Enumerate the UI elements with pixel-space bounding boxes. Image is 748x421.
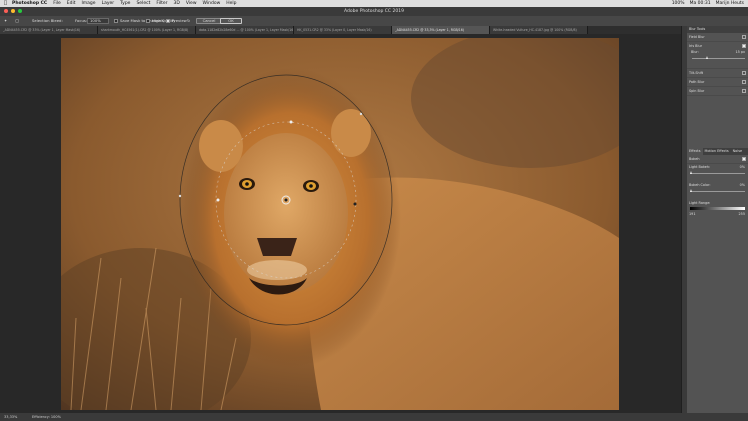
bokeh-row[interactable]: Bokeh [687, 155, 748, 164]
tab-noise[interactable]: Noise [731, 148, 744, 155]
focus-field[interactable]: 100% [87, 18, 109, 24]
spin-blur-checkbox[interactable] [742, 89, 746, 93]
menu-window[interactable]: Window [203, 0, 221, 7]
menu-edit[interactable]: Edit [67, 0, 76, 7]
menu-bar:  Photoshop CC File Edit Image Layer Typ… [0, 0, 748, 7]
light-bokeh-knob[interactable] [690, 171, 692, 174]
blur-tools-title: Blur Tools [687, 26, 748, 33]
bokeh-label: Bokeh [689, 157, 700, 161]
menu-type[interactable]: Type [120, 0, 130, 7]
preview-label: Preview [172, 18, 187, 23]
lion-photo[interactable] [61, 38, 619, 410]
menu-help[interactable]: Help [226, 0, 236, 7]
zoom-window-button[interactable] [18, 9, 22, 13]
panel-spacer [687, 96, 748, 148]
menu-select[interactable]: Select [136, 0, 150, 7]
blur-slider[interactable] [692, 55, 745, 61]
menu-file[interactable]: File [53, 0, 61, 7]
light-range-gradient[interactable] [690, 207, 745, 210]
window-controls [4, 9, 22, 13]
light-range-label: Light Range: [689, 201, 711, 205]
focus-label: Focus: [75, 18, 88, 23]
light-bokeh-slider[interactable] [690, 170, 745, 176]
light-range-values: 191 255 [687, 211, 748, 217]
minimize-window-button[interactable] [11, 9, 15, 13]
cancel-button[interactable]: Cancel [196, 18, 222, 24]
high-quality-checkbox[interactable] [146, 19, 150, 23]
preview-checkbox[interactable] [166, 19, 170, 23]
field-blur-row[interactable]: Field Blur [687, 33, 748, 42]
window-titlebar: Adobe Photoshop CC 2019 [0, 7, 748, 16]
blur-tool-icon[interactable]: ✦ [4, 16, 7, 26]
doc-info[interactable]: Efficiency: 100% [32, 413, 61, 421]
blur-slider-knob[interactable] [706, 56, 709, 59]
menu-image[interactable]: Image [81, 0, 95, 7]
reset-icon[interactable]: ↻ [187, 16, 190, 26]
menu-extras: 100% Ma 00:31 Marijn Heuts [672, 0, 744, 7]
field-blur-checkbox[interactable] [742, 35, 746, 39]
light-range-high[interactable]: 255 [739, 211, 745, 217]
doc-tab-active[interactable]: _ADN4455.CR2 @ 33,3% (Layer 1, RGB/16) [392, 26, 490, 34]
bokeh-color-slider[interactable] [690, 188, 745, 194]
iris-blur-checkbox[interactable] [742, 44, 746, 48]
bokeh-checkbox[interactable] [742, 157, 746, 161]
field-blur-label: Field Blur [689, 35, 705, 39]
tab-motion-effects[interactable]: Motion Effects [703, 148, 731, 155]
tab-effects[interactable]: Effects [687, 148, 703, 155]
path-blur-row[interactable]: Path Blur [687, 78, 748, 87]
app-menu[interactable]: Photoshop CC [12, 0, 47, 7]
effects-tabs: Effects Motion Effects Noise [687, 148, 748, 155]
preview-option[interactable]: Preview [166, 16, 187, 26]
spin-blur-row[interactable]: Spin Blur [687, 87, 748, 96]
user-name[interactable]: Marijn Heuts [716, 0, 744, 7]
doc-tab[interactable]: White-headed Vulture_HC.4187.jpg @ 100% … [490, 26, 588, 34]
close-window-button[interactable] [4, 9, 8, 13]
photo-image [61, 38, 619, 410]
bokeh-color-track [690, 191, 745, 192]
blur-slider-track [692, 58, 745, 59]
light-range-row: Light Range: [687, 200, 748, 206]
path-blur-checkbox[interactable] [742, 80, 746, 84]
iris-blur-row[interactable]: Iris Blur Blur: 15 px [687, 42, 748, 69]
clock[interactable]: Ma 00:31 [690, 0, 711, 7]
tilt-shift-row[interactable]: Tilt-Shift [687, 69, 748, 78]
menu-filter[interactable]: Filter [156, 0, 167, 7]
options-bar: ✦ ◯ Selection Bleed: Focus: 100% Save Ma… [0, 16, 748, 26]
doc-tab[interactable]: _ADN4455.CR2 @ 33% (Layer 1, Layer Mask/… [0, 26, 98, 34]
pin-tool-icon[interactable]: ◯ [15, 16, 19, 26]
zoom-level[interactable]: 33,33% [4, 413, 17, 421]
doc-tab[interactable]: sharkmouth_HC4561(1).CR2 @ 100% (Layer 1… [98, 26, 196, 34]
iris-blur-label: Iris Blur [689, 44, 702, 48]
bokeh-color-knob[interactable] [690, 189, 692, 192]
light-bokeh-label: Light Bokeh: [689, 165, 711, 169]
doc-tab[interactable]: HK_0531.CR2 @ 33% (Layer 0, Layer Mask/1… [294, 26, 392, 34]
blur-panel: Blur Tools Field Blur Iris Blur Blur: 15… [687, 26, 748, 413]
tilt-shift-label: Tilt-Shift [689, 71, 704, 75]
menu-layer[interactable]: Layer [102, 0, 115, 7]
ok-button[interactable]: OK [220, 18, 242, 24]
apple-icon[interactable]:  [4, 0, 7, 7]
light-range-low[interactable]: 191 [689, 212, 695, 216]
path-blur-label: Path Blur [689, 80, 705, 84]
spin-blur-label: Spin Blur [689, 89, 705, 93]
menu-3d[interactable]: 3D [174, 0, 180, 7]
battery-percent[interactable]: 100% [672, 0, 685, 7]
status-bar: 33,33% Efficiency: 100% [0, 413, 748, 421]
window-title: Adobe Photoshop CC 2019 [344, 9, 404, 14]
bokeh-color-label: Bokeh Color: [689, 183, 711, 187]
document-tabs: _ADN4455.CR2 @ 33% (Layer 1, Layer Mask/… [0, 26, 686, 34]
save-mask-checkbox[interactable] [114, 19, 118, 23]
blur-amount-label: Blur: [691, 50, 699, 54]
menu-view[interactable]: View [186, 0, 197, 7]
doc-tab[interactable]: data.1182e82b28e60d ... @ 100% (Layer 1,… [196, 26, 294, 34]
selection-bleed-label: Selection Bleed: [32, 18, 63, 23]
tilt-shift-checkbox[interactable] [742, 71, 746, 75]
light-bokeh-track [690, 173, 745, 174]
